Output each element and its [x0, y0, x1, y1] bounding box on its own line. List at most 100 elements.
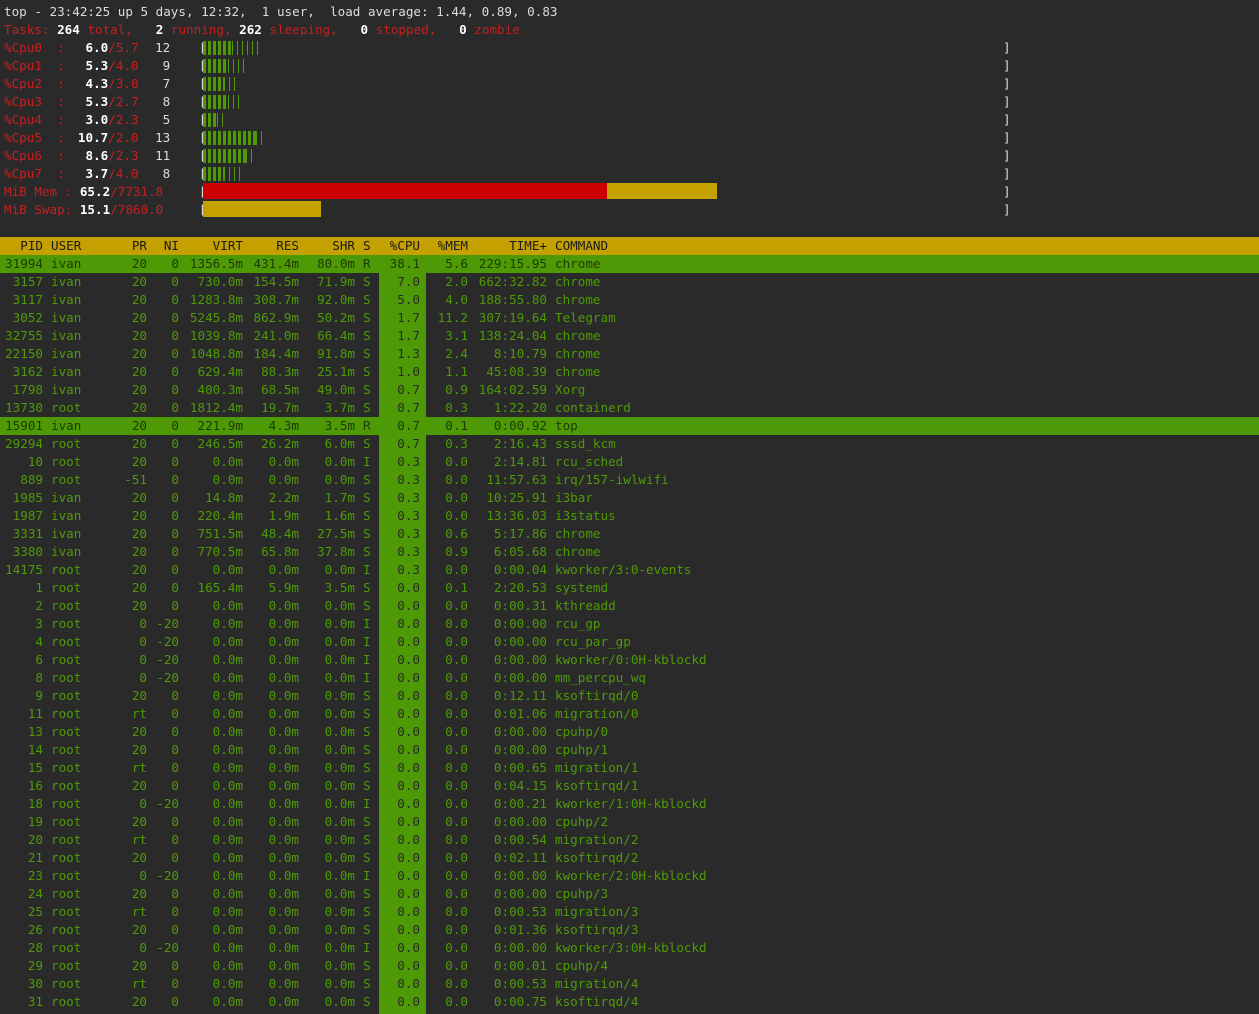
cell-state: I — [363, 616, 371, 631]
table-row[interactable]: 14 root 20 0 0.0m 0.0m 0.0m S 0.0 0.0 0:00.00 cpuhp… — [0, 741, 1259, 759]
table-row[interactable]: 6 root 0 -20 0.0m 0.0m 0.0m I 0.0 0.0 0:00.00 kwork… — [0, 651, 1259, 669]
col-mem[interactable]: %MEM — [428, 237, 468, 255]
col-user[interactable]: USER — [51, 237, 81, 255]
cell-state: S — [363, 904, 371, 919]
cell-shr: 49.0m — [317, 382, 355, 397]
cell-res: 0.0m — [268, 922, 299, 937]
cell-cpu: 0.0 — [397, 922, 420, 937]
table-row[interactable]: 3331 ivan 20 0 751.5m 48.4m 27.5m S 0.3 0.6 5:17.8… — [0, 525, 1259, 543]
col-virt[interactable]: VIRT — [182, 237, 243, 255]
table-row[interactable]: 3052 ivan 20 0 5245.8m 862.9m 50.2m S 1.7 11.2 307… — [0, 309, 1259, 327]
cell-cpu: 0.7 — [397, 418, 420, 433]
cell-shr: 6.0m — [324, 436, 355, 451]
cell-time: 45:08.39 — [486, 364, 547, 379]
cpu-bracket-right: ] — [1003, 130, 1011, 145]
table-row[interactable]: 889 root -51 0 0.0m 0.0m 0.0m S 0.3 0.0 11:57.63 ir… — [0, 471, 1259, 489]
cpu-count: 9 — [162, 58, 171, 73]
cell-virt: 0.0m — [212, 958, 243, 973]
process-table-header[interactable]: PID USER PR NI VIRT RES SHR S %CPU %MEM … — [0, 237, 1259, 255]
col-cpu[interactable]: %CPU — [380, 237, 420, 255]
table-row[interactable]: 14175 root 20 0 0.0m 0.0m 0.0m I 0.3 0.0 0:00.04 kw… — [0, 561, 1259, 579]
cell-command: cpuhp/3 — [555, 886, 609, 901]
table-row[interactable]: 1987 ivan 20 0 220.4m 1.9m 1.6m S 0.3 0.0 13:36.03… — [0, 507, 1259, 525]
cell-state: S — [363, 490, 371, 505]
table-row[interactable]: 23 root 0 -20 0.0m 0.0m 0.0m I 0.0 0.0 0:00.00 kwor… — [0, 867, 1259, 885]
col-time[interactable]: TIME+ — [468, 237, 547, 255]
cell-state: S — [363, 706, 371, 721]
table-row[interactable]: 18 root 0 -20 0.0m 0.0m 0.0m I 0.0 0.0 0:00.21 kwor… — [0, 795, 1259, 813]
table-row[interactable]: 15 root rt 0 0.0m 0.0m 0.0m S 0.0 0.0 0:00.65 migra… — [0, 759, 1259, 777]
cell-cpu: 7.0 — [397, 274, 420, 289]
cell-res: 308.7m — [253, 292, 300, 307]
cell-mem: 0.0 — [445, 724, 468, 739]
table-row[interactable]: 3380 ivan 20 0 770.5m 65.8m 37.8m S 0.3 0.9 6:05.6… — [0, 543, 1259, 561]
cell-command: rcu_sched — [555, 454, 624, 469]
cell-mem: 0.0 — [445, 976, 468, 991]
cell-shr: 0.0m — [324, 814, 355, 829]
swap-bracket-right: ] — [1003, 202, 1011, 217]
table-row[interactable]: 26 root 20 0 0.0m 0.0m 0.0m S 0.0 0.0 0:01.36 ksoft… — [0, 921, 1259, 939]
cell-nice: 0 — [171, 850, 179, 865]
col-command[interactable]: COMMAND — [555, 237, 608, 255]
cell-pid: 2 — [35, 598, 43, 613]
table-row[interactable]: 24 root 20 0 0.0m 0.0m 0.0m S 0.0 0.0 0:00.00 cpuhp… — [0, 885, 1259, 903]
table-row[interactable]: 3162 ivan 20 0 629.4m 88.3m 25.1m S 1.0 1.1 45:08.… — [0, 363, 1259, 381]
col-res[interactable]: RES — [243, 237, 299, 255]
table-row[interactable]: 29 root 20 0 0.0m 0.0m 0.0m S 0.0 0.0 0:00.01 cpuhp… — [0, 957, 1259, 975]
col-pr[interactable]: PR — [120, 237, 147, 255]
cell-priority: rt — [131, 706, 147, 721]
table-row[interactable]: 21 root 20 0 0.0m 0.0m 0.0m S 0.0 0.0 0:02.11 ksoft… — [0, 849, 1259, 867]
table-row[interactable]: 3117 ivan 20 0 1283.8m 308.7m 92.0m S 5.0 4.0 188:… — [0, 291, 1259, 309]
cell-virt: 0.0m — [212, 796, 243, 811]
table-row[interactable]: 31 root 20 0 0.0m 0.0m 0.0m S 0.0 0.0 0:00.75 ksoft… — [0, 993, 1259, 1011]
table-row[interactable]: 19 root 20 0 0.0m 0.0m 0.0m S 0.0 0.0 0:00.00 cpuhp… — [0, 813, 1259, 831]
cell-shr: 0.0m — [324, 742, 355, 757]
table-row[interactable]: 20 root rt 0 0.0m 0.0m 0.0m S 0.0 0.0 0:00.54 migra… — [0, 831, 1259, 849]
cpu-average: /2.3 — [108, 148, 139, 163]
table-row[interactable]: 8 root 0 -20 0.0m 0.0m 0.0m I 0.0 0.0 0:00.00 mm_pe… — [0, 669, 1259, 687]
table-row[interactable]: 4 root 0 -20 0.0m 0.0m 0.0m I 0.0 0.0 0:00.00 rcu_p… — [0, 633, 1259, 651]
cell-res: 0.0m — [268, 454, 299, 469]
cell-nice: 0 — [171, 922, 179, 937]
cell-command: top — [555, 418, 578, 433]
col-shr[interactable]: SHR — [299, 237, 355, 255]
table-row[interactable]: 11 root rt 0 0.0m 0.0m 0.0m S 0.0 0.0 0:01.06 migra… — [0, 705, 1259, 723]
cell-time: 10:25.91 — [486, 490, 547, 505]
cell-res: 154.5m — [253, 274, 300, 289]
cell-pid: 6 — [35, 652, 43, 667]
cell-priority: 20 — [131, 292, 147, 307]
table-row[interactable]: 13730 root 20 0 1812.4m 19.7m 3.7m S 0.7 0.3 1:22.… — [0, 399, 1259, 417]
table-row[interactable]: 3157 ivan 20 0 730.0m 154.5m 71.9m S 7.0 2.0 662:3… — [0, 273, 1259, 291]
cell-pid: 29294 — [5, 436, 43, 451]
table-row[interactable]: 16 root 20 0 0.0m 0.0m 0.0m S 0.0 0.0 0:04.15 ksoft… — [0, 777, 1259, 795]
table-row[interactable]: 31994 ivan 20 0 1356.5m 431.4m 80.0m R 38.1 5.6 22… — [0, 255, 1259, 273]
table-row[interactable]: 3 root 0 -20 0.0m 0.0m 0.0m I 0.0 0.0 0:00.00 rcu_g… — [0, 615, 1259, 633]
table-row[interactable]: 13 root 20 0 0.0m 0.0m 0.0m S 0.0 0.0 0:00.00 cpuhp… — [0, 723, 1259, 741]
table-row[interactable]: 15901 ivan 20 0 221.9m 4.3m 3.5m R 0.7 0.1 0:00.92… — [0, 417, 1259, 435]
table-row[interactable]: 1985 ivan 20 0 14.8m 2.2m 1.7m S 0.3 0.0 10:25.91 i… — [0, 489, 1259, 507]
cell-command: kworker/3:0H-kblockd — [555, 940, 707, 955]
table-row[interactable]: 32755 ivan 20 0 1039.8m 241.0m 66.4m S 1.7 3.1 138… — [0, 327, 1259, 345]
table-row[interactable]: 1798 ivan 20 0 400.3m 68.5m 49.0m S 0.7 0.9 164:02… — [0, 381, 1259, 399]
cell-shr: 0.0m — [324, 760, 355, 775]
table-row[interactable]: 10 root 20 0 0.0m 0.0m 0.0m I 0.3 0.0 2:14.81 rcu_s… — [0, 453, 1259, 471]
tasks-total-label: total, — [87, 22, 133, 37]
col-state[interactable]: S — [363, 237, 373, 255]
table-row[interactable]: 30 root rt 0 0.0m 0.0m 0.0m S 0.0 0.0 0:00.53 migra… — [0, 975, 1259, 993]
table-row[interactable]: 29294 root 20 0 246.5m 26.2m 6.0m S 0.7 0.3 2:16.4… — [0, 435, 1259, 453]
col-ni[interactable]: NI — [150, 237, 179, 255]
cell-pid: 29 — [27, 958, 43, 973]
cell-nice: 0 — [171, 472, 179, 487]
table-row[interactable]: 9 root 20 0 0.0m 0.0m 0.0m S 0.0 0.0 0:12.11 ksofti… — [0, 687, 1259, 705]
cell-pid: 3380 — [12, 544, 43, 559]
cell-res: 0.0m — [268, 868, 299, 883]
col-pid[interactable]: PID — [0, 237, 43, 255]
table-row[interactable]: 2 root 20 0 0.0m 0.0m 0.0m S 0.0 0.0 0:00.31 kthrea… — [0, 597, 1259, 615]
table-row[interactable]: 1 root 20 0 165.4m 5.9m 3.5m S 0.0 0.1 2:20.53 syst… — [0, 579, 1259, 597]
table-row[interactable]: 25 root rt 0 0.0m 0.0m 0.0m S 0.0 0.0 0:00.53 migra… — [0, 903, 1259, 921]
table-row[interactable]: 22150 ivan 20 0 1048.8m 184.4m 91.8m S 1.3 2.4 8:1… — [0, 345, 1259, 363]
table-row[interactable]: 28 root 0 -20 0.0m 0.0m 0.0m I 0.0 0.0 0:00.00 kwor… — [0, 939, 1259, 957]
cell-command: ksoftirqd/4 — [555, 994, 639, 1009]
cell-priority: rt — [131, 904, 147, 919]
cell-cpu: 0.0 — [397, 670, 420, 685]
